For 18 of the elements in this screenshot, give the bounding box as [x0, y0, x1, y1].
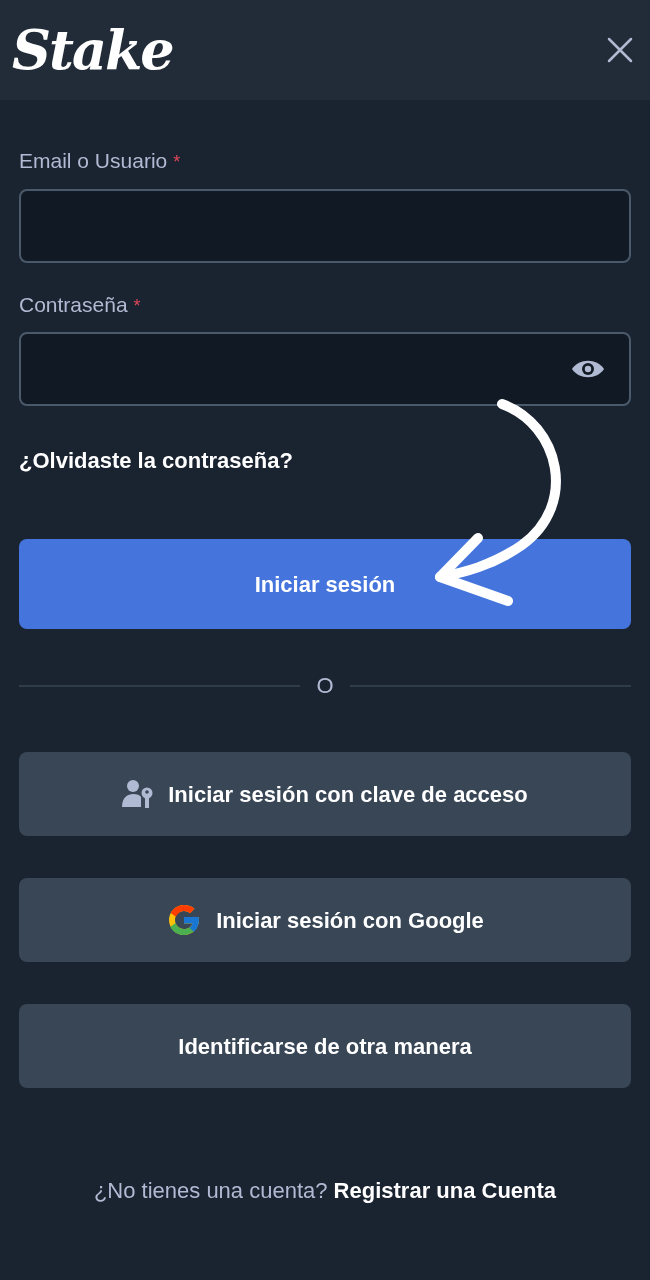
google-login-button[interactable]: Iniciar sesión con Google: [19, 878, 631, 962]
signup-prompt: ¿No tienes una cuenta? Registrar una Cuenta: [92, 1177, 558, 1205]
person-key-icon: [122, 779, 155, 809]
logo[interactable]: Stake: [12, 23, 173, 77]
required-mark: *: [133, 294, 141, 318]
close-icon[interactable]: [606, 36, 634, 64]
login-button[interactable]: Iniciar sesión: [19, 539, 631, 629]
password-field[interactable]: [19, 332, 631, 406]
input-field[interactable]: [19, 188, 631, 263]
eye-icon[interactable]: [571, 358, 605, 380]
passkey-login-button[interactable]: Iniciar sesión con clave de acceso: [19, 752, 631, 836]
register-link[interactable]: Registrar una Cuenta: [333, 1178, 557, 1203]
required-mark: *: [173, 151, 181, 174]
field-label: Contraseña: [19, 291, 128, 318]
field-label: Email o Usuario: [19, 148, 168, 174]
other-login-button[interactable]: Identificarse de otra manera: [19, 1004, 631, 1088]
divider-text: O: [316, 672, 334, 700]
forgot-password-link[interactable]: ¿Olvidaste la contraseña?: [19, 444, 293, 477]
